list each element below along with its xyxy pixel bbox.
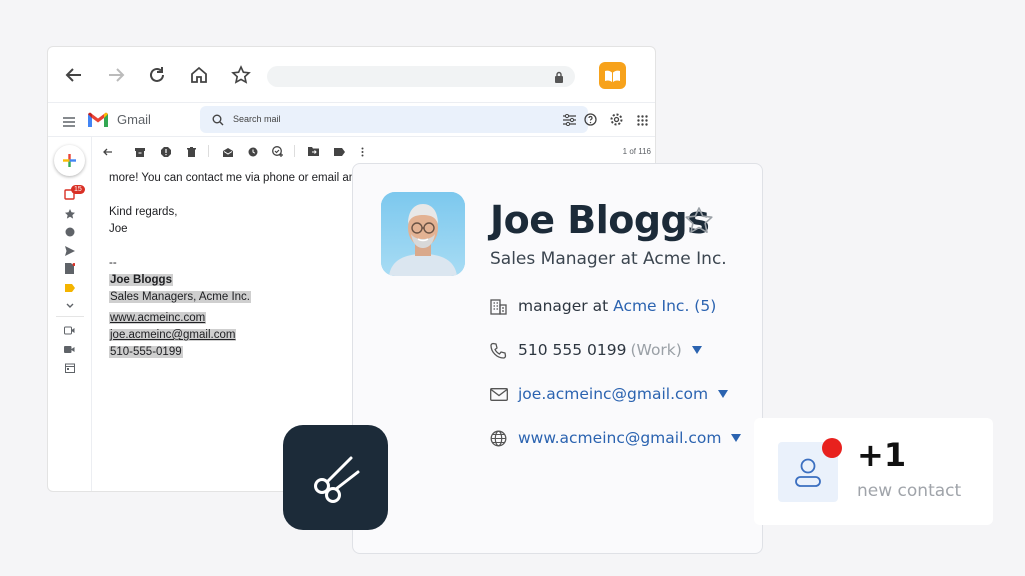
snooze-clock-icon[interactable] xyxy=(247,146,258,157)
sent-icon[interactable] xyxy=(64,245,75,256)
search-placeholder: Search mail xyxy=(233,114,281,124)
toolbar-divider xyxy=(294,145,295,157)
new-contact-count: +1 xyxy=(857,436,907,474)
delete-trash-icon[interactable] xyxy=(186,146,197,157)
scissors-icon xyxy=(313,456,359,503)
email-text-line: more! You can contact me via phone or em… xyxy=(109,172,356,184)
reload-icon[interactable] xyxy=(145,63,169,87)
move-to-folder-icon[interactable] xyxy=(308,146,319,157)
phone-row: 510 555 0199 (Work) xyxy=(490,338,702,362)
globe-icon xyxy=(490,430,510,447)
new-contact-label: new contact xyxy=(857,481,962,501)
phone-dropdown-caret-icon[interactable] xyxy=(691,346,702,354)
website-row: www.acmeinc@gmail.com xyxy=(490,426,742,450)
building-icon xyxy=(490,298,510,315)
inbox-unread-badge: 15 xyxy=(71,185,85,194)
labels-tag-icon[interactable] xyxy=(334,146,345,157)
mark-unread-icon[interactable] xyxy=(222,146,233,157)
contact-role: Sales Manager at Acme Inc. xyxy=(490,249,727,269)
email-signoff: Joe xyxy=(109,223,128,235)
camera-icon[interactable] xyxy=(64,344,75,355)
rail-divider xyxy=(56,316,84,317)
company-link[interactable]: Acme Inc. (5) xyxy=(613,297,716,315)
compose-button[interactable] xyxy=(54,145,85,176)
gmail-header: Gmail Search mail xyxy=(48,103,655,137)
pagination-count: 1 of 116 xyxy=(622,147,651,156)
more-vertical-icon[interactable] xyxy=(357,146,368,157)
email-closing: Kind regards, xyxy=(109,206,178,218)
gmail-wordmark: Gmail xyxy=(117,112,151,127)
forward-arrow-icon[interactable] xyxy=(104,63,128,87)
search-icon xyxy=(212,113,224,131)
company-prefix: manager at xyxy=(518,297,609,315)
address-bar[interactable] xyxy=(267,66,575,87)
contact-card: Joe Bloggs Sales Manager at Acme Inc. ma… xyxy=(352,163,763,554)
extension-book-icon[interactable] xyxy=(599,62,626,89)
phone-icon xyxy=(490,342,510,359)
help-icon[interactable] xyxy=(584,113,597,131)
back-arrow-icon[interactable] xyxy=(62,63,86,87)
contact-website-link[interactable]: www.acmeinc@gmail.com xyxy=(518,429,721,447)
archive-icon[interactable] xyxy=(134,146,145,157)
calendar-icon[interactable] xyxy=(64,362,75,373)
phone-type: (Work) xyxy=(630,341,682,359)
contact-name: Joe Bloggs xyxy=(490,198,710,242)
gmail-left-rail: 15 xyxy=(48,137,92,491)
starred-icon[interactable] xyxy=(64,208,75,219)
snoozed-clock-icon[interactable] xyxy=(64,226,75,237)
search-options-icon[interactable] xyxy=(563,113,576,131)
message-toolbar: 1 of 116 xyxy=(92,137,655,165)
notification-dot-icon xyxy=(822,438,842,458)
scissors-clip-button[interactable] xyxy=(283,425,388,530)
phone-number[interactable]: 510 555 0199 xyxy=(518,341,626,359)
back-to-inbox-icon[interactable] xyxy=(101,146,112,157)
menu-icon[interactable] xyxy=(63,114,75,132)
signature-phone: 510-555-0199 xyxy=(109,346,183,358)
website-dropdown-caret-icon[interactable] xyxy=(731,434,742,442)
mail-envelope-icon xyxy=(490,387,510,401)
email-dropdown-caret-icon[interactable] xyxy=(718,390,729,398)
more-chevron-down-icon[interactable] xyxy=(64,300,75,311)
add-to-tasks-icon[interactable] xyxy=(272,146,283,157)
company-row: manager at Acme Inc. (5) xyxy=(490,294,716,318)
gmail-logo-icon xyxy=(87,111,109,133)
contact-avatar xyxy=(381,192,465,276)
home-icon[interactable] xyxy=(187,63,211,87)
signature-title: Sales Managers, Acme Inc. xyxy=(109,291,251,303)
toolbar-divider xyxy=(208,145,209,157)
signature-website-link[interactable]: www.acmeinc.com xyxy=(110,312,205,324)
report-spam-icon[interactable] xyxy=(160,146,171,157)
favorite-star-icon[interactable] xyxy=(684,206,714,240)
settings-gear-icon[interactable] xyxy=(610,113,623,131)
new-contact-notification: +1 new contact xyxy=(754,418,993,525)
email-row: joe.acmeinc@gmail.com xyxy=(490,382,729,406)
apps-grid-icon[interactable] xyxy=(637,113,648,131)
label-tag-icon[interactable] xyxy=(64,282,75,293)
signature-email-link[interactable]: joe.acmeinc@gmail.com xyxy=(110,329,235,341)
search-mail-field[interactable]: Search mail xyxy=(200,106,588,133)
contact-email-link[interactable]: joe.acmeinc@gmail.com xyxy=(518,385,708,403)
signature-name: Joe Bloggs xyxy=(109,274,173,286)
browser-toolbar xyxy=(48,47,655,103)
compose-plus-icon xyxy=(63,154,76,167)
signature-separator: -- xyxy=(109,257,117,269)
meet-video-icon[interactable] xyxy=(64,325,75,336)
lock-icon xyxy=(554,70,564,88)
bookmark-star-icon[interactable] xyxy=(229,63,253,87)
drafts-icon[interactable] xyxy=(64,263,75,274)
